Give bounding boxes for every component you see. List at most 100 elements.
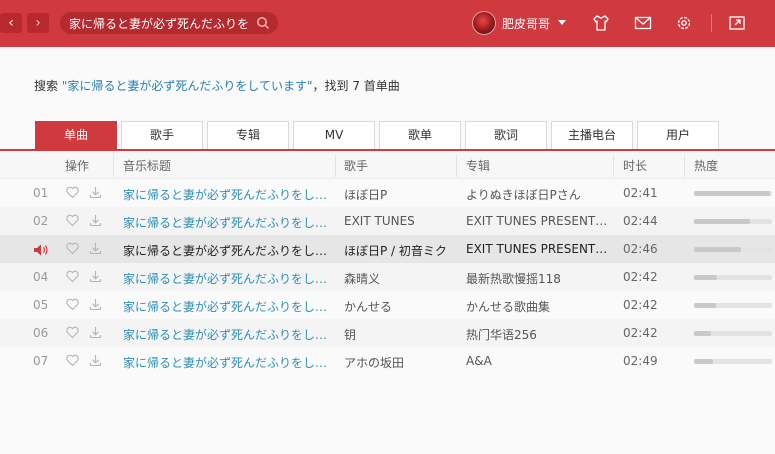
tab-playlists[interactable]: 歌单 <box>379 121 461 150</box>
song-title[interactable]: 家に帰ると妻が必ず死んだふりをし… <box>123 298 331 315</box>
heart-icon[interactable] <box>65 213 80 228</box>
song-album[interactable]: よりぬきほぼ日Pさん <box>466 186 608 203</box>
tab-mv[interactable]: MV <box>293 121 375 150</box>
table-row[interactable]: 02 家に帰ると妻が必ず死んだふりをし… EXIT TUNES EXIT TUNES … <box>0 207 775 235</box>
now-playing-icon <box>33 242 49 256</box>
table-row[interactable]: 家に帰ると妻が必ず死んだふりをし… ほぼ日P / 初音ミク EXIT TUNES P… <box>0 235 775 263</box>
download-icon[interactable] <box>88 185 103 200</box>
download-icon[interactable] <box>88 297 103 312</box>
heart-icon[interactable] <box>65 325 80 340</box>
heat-bar <box>694 331 772 336</box>
search-icon[interactable] <box>256 16 270 30</box>
heart-icon[interactable] <box>65 241 80 256</box>
header-duration[interactable]: 时长 <box>623 157 647 174</box>
song-duration: 02:41 <box>623 186 658 200</box>
song-artist[interactable]: かんせる <box>344 298 452 315</box>
header-heat[interactable]: 热度 <box>694 157 718 174</box>
song-album[interactable]: 最新热歌慢摇118 <box>466 270 608 287</box>
search-box[interactable]: 家に帰ると妻が必ず死んだふりを <box>60 12 278 34</box>
heart-icon[interactable] <box>65 297 80 312</box>
row-number: 06 <box>33 326 49 340</box>
row-number: 07 <box>33 354 49 368</box>
heat-bar-fill <box>694 359 713 364</box>
row-number: 05 <box>33 298 49 312</box>
heat-bar <box>694 247 772 252</box>
heart-icon[interactable] <box>65 353 80 368</box>
tab-radio[interactable]: 主播电台 <box>551 121 633 150</box>
heat-bar <box>694 191 772 196</box>
song-duration: 02:44 <box>623 214 658 228</box>
tab-songs[interactable]: 单曲 <box>35 121 117 150</box>
heat-bar-fill <box>694 331 712 336</box>
song-artist[interactable]: ほぼ日P / 初音ミク <box>344 242 452 259</box>
row-number: 02 <box>33 214 49 228</box>
summary-result-count: ，找到 7 首单曲 <box>312 79 400 93</box>
heart-icon[interactable] <box>65 185 80 200</box>
song-artist[interactable]: EXIT TUNES <box>344 214 452 228</box>
heat-bar-fill <box>694 219 751 224</box>
song-artist[interactable]: 森晴义 <box>344 270 452 287</box>
back-button[interactable]: ‹ <box>0 13 22 33</box>
song-duration: 02:42 <box>623 270 658 284</box>
gear-icon[interactable] <box>674 13 694 33</box>
toolbar-divider <box>711 14 712 32</box>
song-album[interactable]: EXIT TUNES PRESENT… <box>466 214 608 228</box>
song-title[interactable]: 家に帰ると妻が必ず死んだふりをし… <box>123 242 331 259</box>
table-header: 操作 音乐标题 歌手 专辑 时长 热度 <box>0 151 775 179</box>
chevron-down-icon[interactable] <box>558 20 566 25</box>
header-album[interactable]: 专辑 <box>466 157 490 174</box>
mail-icon[interactable] <box>633 13 653 33</box>
table-row[interactable]: 06 家に帰ると妻が必ず死んだふりをし… 钥热门华语256 02:42 <box>0 319 775 347</box>
song-artist[interactable]: 钥 <box>344 326 452 343</box>
row-number: 01 <box>33 186 49 200</box>
heat-bar-fill <box>694 191 771 196</box>
heat-bar <box>694 219 772 224</box>
song-album[interactable]: EXIT TUNES PRESENT… <box>466 242 608 256</box>
chevron-right-icon: › <box>35 15 41 31</box>
forward-button[interactable]: › <box>27 13 49 33</box>
summary-prefix: 搜索 <box>34 79 62 93</box>
song-duration: 02:42 <box>623 326 658 340</box>
tab-albums[interactable]: 专辑 <box>207 121 289 150</box>
song-duration: 02:42 <box>623 298 658 312</box>
song-duration: 02:49 <box>623 354 658 368</box>
song-artist[interactable]: アホの坂田 <box>344 354 452 371</box>
search-input[interactable]: 家に帰ると妻が必ず死んだふりを <box>69 15 249 32</box>
song-artist[interactable]: ほぼ日P <box>344 186 452 203</box>
download-icon[interactable] <box>88 241 103 256</box>
mini-mode-icon[interactable] <box>727 13 747 33</box>
table-row[interactable]: 07 家に帰ると妻が必ず死んだふりをし… アホの坂田 A&A 02:49 <box>0 347 775 375</box>
song-title[interactable]: 家に帰ると妻が必ず死んだふりをし… <box>123 186 331 203</box>
song-title[interactable]: 家に帰ると妻が必ず死んだふりをし… <box>123 270 331 287</box>
song-title[interactable]: 家に帰ると妻が必ず死んだふりをし… <box>123 326 331 343</box>
header-artist[interactable]: 歌手 <box>344 157 368 174</box>
song-album[interactable]: A&A <box>466 354 608 368</box>
tab-users[interactable]: 用户 <box>637 121 719 150</box>
header-ops: 操作 <box>65 159 90 173</box>
table-row[interactable]: 01 家に帰ると妻が必ず死んだふりをし… ほぼ日P よりぬきほぼ日Pさん 02:41 <box>0 179 775 207</box>
tab-lyrics[interactable]: 歌词 <box>465 121 547 150</box>
song-album[interactable]: かんせる歌曲集 <box>466 298 608 315</box>
heart-icon[interactable] <box>65 269 80 284</box>
download-icon[interactable] <box>88 353 103 368</box>
download-icon[interactable] <box>88 325 103 340</box>
song-title[interactable]: 家に帰ると妻が必ず死んだふりをし… <box>123 214 331 231</box>
header-title[interactable]: 音乐标题 <box>123 157 171 174</box>
download-icon[interactable] <box>88 213 103 228</box>
username[interactable]: 肥皮哥哥 <box>502 15 550 32</box>
search-summary: 搜索 "家に帰ると妻が必ず死んだふりをしています"，找到 7 首单曲 <box>34 77 400 94</box>
download-icon[interactable] <box>88 269 103 284</box>
avatar[interactable] <box>472 11 496 35</box>
song-album[interactable]: 热门华语256 <box>466 326 608 343</box>
song-title[interactable]: 家に帰ると妻が必ず死んだふりをし… <box>123 354 331 371</box>
skin-icon[interactable] <box>591 13 611 33</box>
tab-artists[interactable]: 歌手 <box>121 121 203 150</box>
title-bar: ‹ › 家に帰ると妻が必ず死んだふりを 肥皮哥哥 <box>0 0 775 47</box>
chevron-left-icon: ‹ <box>8 15 14 31</box>
summary-query: "家に帰ると妻が必ず死んだふりをしています" <box>61 79 313 93</box>
table-row[interactable]: 04 家に帰ると妻が必ず死んだふりをし… 森晴义 最新热歌慢摇118 02:42 <box>0 263 775 291</box>
heat-bar <box>694 359 772 364</box>
heat-bar-fill <box>694 247 741 252</box>
table-row[interactable]: 05 家に帰ると妻が必ず死んだふりをし… かんせる かんせる歌曲集 02:42 <box>0 291 775 319</box>
heat-bar-fill <box>694 303 716 308</box>
